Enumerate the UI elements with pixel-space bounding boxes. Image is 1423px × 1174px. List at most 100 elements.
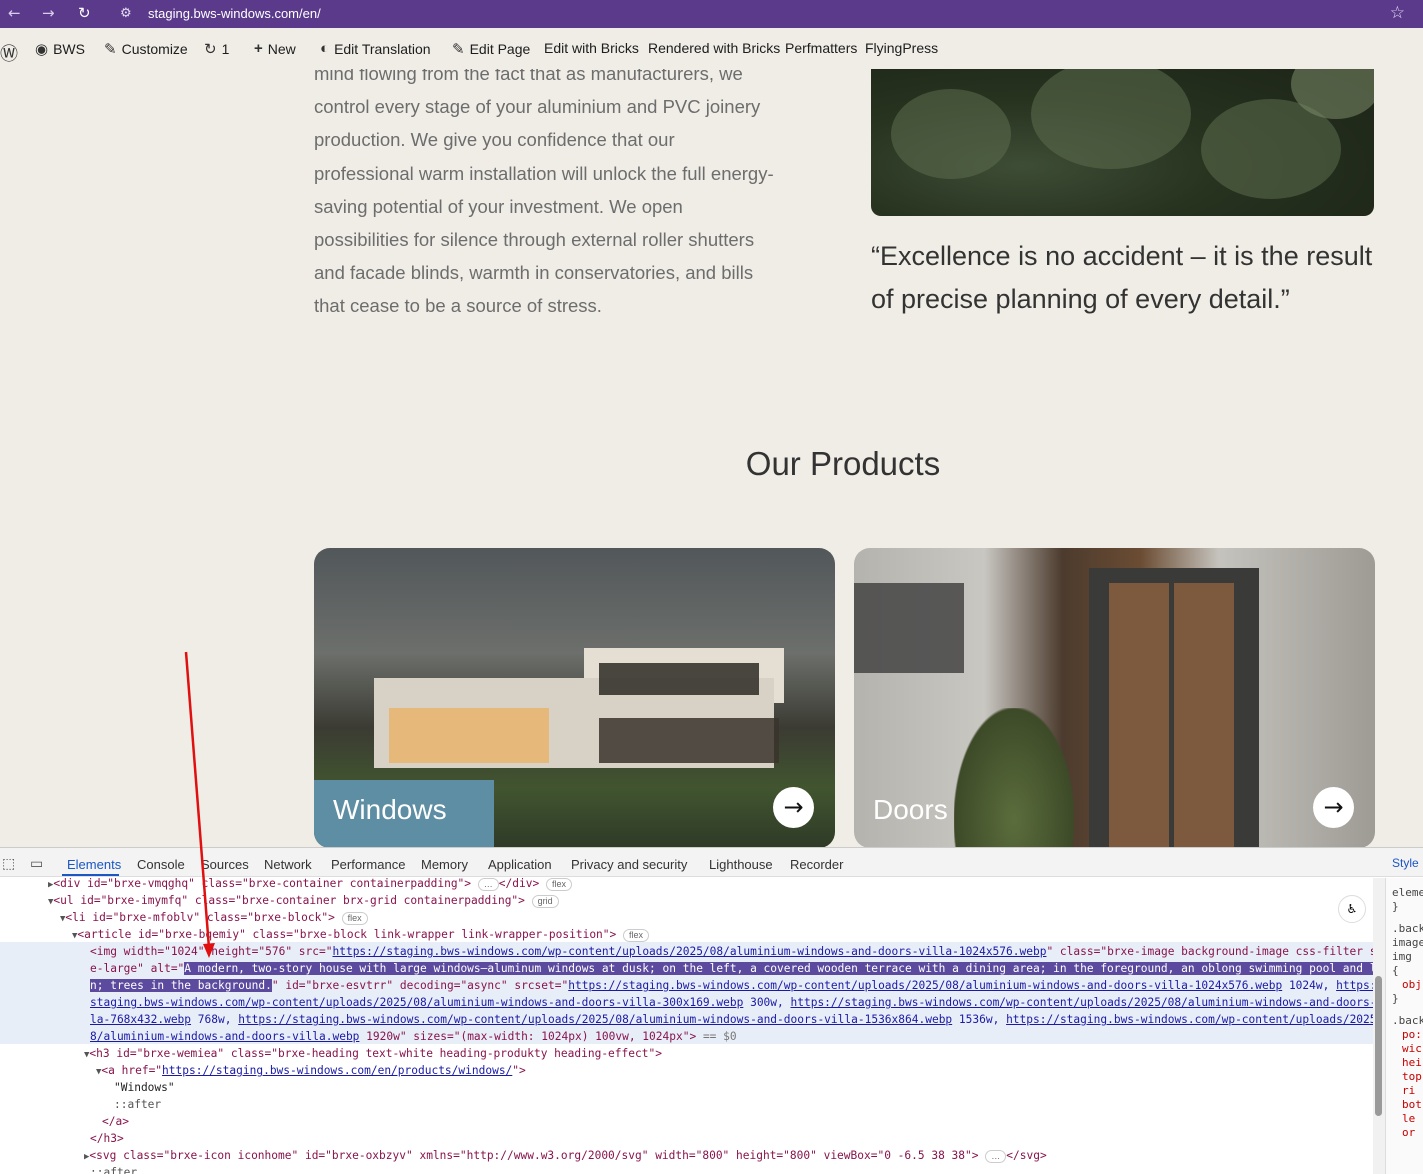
- tab-lighthouse[interactable]: Lighthouse: [709, 857, 773, 872]
- adminbar-customize[interactable]: ✎ Customize: [104, 40, 188, 58]
- product-card-doors[interactable]: Doors →: [854, 548, 1375, 847]
- dom-node[interactable]: ▼<article id="brxe-bqemiy" class="brxe-b…: [72, 927, 650, 945]
- intro-line: production. We give you confidence that …: [314, 129, 675, 151]
- styles-line: hei: [1402, 1056, 1422, 1069]
- dom-node[interactable]: ▼<li id="brxe-mfoblv" class="brxe-block"…: [60, 910, 368, 928]
- styles-pane: eleme } .back image img { obj } .back po…: [1385, 878, 1423, 1174]
- styles-line: .back: [1392, 922, 1423, 935]
- alt-text-highlight[interactable]: n; trees in the background.: [90, 979, 272, 992]
- intro-line: saving potential of your investment. We …: [314, 195, 683, 217]
- dom-node[interactable]: ▶<svg class="brxe-icon iconhome" id="brx…: [84, 1148, 1047, 1166]
- img-srcset-line[interactable]: la-768x432.webp 768w, https://staging.bw…: [90, 1012, 1373, 1029]
- devtools-tabbar: ⬚ ▭ Elements Console Sources Network Per…: [0, 848, 1423, 877]
- img-srcset-line[interactable]: staging.bws-windows.com/wp-content/uploa…: [90, 995, 1373, 1012]
- page-viewport: mind flowing from the fact that as manuf…: [0, 69, 1423, 847]
- active-tab-underline: [62, 874, 119, 876]
- wordpress-icon: Ⓦ: [0, 44, 18, 64]
- bookmark-star-icon[interactable]: ☆: [1390, 3, 1405, 23]
- site-info-icon[interactable]: ⚙: [120, 6, 132, 21]
- section-title: Our Products: [745, 445, 941, 482]
- adminbar-new-label: New: [267, 40, 296, 57]
- styles-line: le: [1402, 1112, 1416, 1125]
- img-srcset-line[interactable]: 8/aluminium-windows-and-doors-villa.webp…: [90, 1029, 737, 1046]
- pencil-icon: ✎: [452, 41, 465, 58]
- browser-toolbar: ← → ↻ ⚙ staging.bws-windows.com/en/ ☆: [0, 0, 1423, 28]
- img-alt-line[interactable]: e-large" alt="A modern, two-story house …: [90, 961, 1373, 978]
- dom-tree: ▶<div id="brxe-vmqghq" class="brxe-conta…: [0, 878, 1373, 1174]
- styles-line: top: [1402, 1070, 1422, 1083]
- translate-icon: ◐: [320, 40, 330, 57]
- reload-icon[interactable]: ↻: [78, 4, 91, 22]
- dom-node[interactable]: ▼<a href="https://staging.bws-windows.co…: [96, 1063, 526, 1081]
- styles-line: ri: [1402, 1084, 1416, 1097]
- img-alt-line[interactable]: n; trees in the background." id="brxe-es…: [90, 978, 1373, 995]
- selected-img-node[interactable]: <img width="1024" height="576" src="http…: [90, 944, 1373, 961]
- scrollbar-thumb[interactable]: [1375, 976, 1382, 1116]
- styles-line: po:: [1402, 1028, 1422, 1041]
- adminbar-site-label: BWS: [53, 41, 85, 57]
- back-icon[interactable]: ←: [8, 4, 21, 22]
- tab-elements[interactable]: Elements: [67, 857, 121, 872]
- adminbar-edit-with-bricks[interactable]: Edit with Bricks: [544, 40, 639, 56]
- styles-line: or: [1402, 1126, 1416, 1139]
- arrow-right-icon[interactable]: →: [773, 787, 814, 828]
- dom-node[interactable]: </a>: [102, 1114, 129, 1131]
- styles-line: }: [1392, 900, 1399, 913]
- tab-console[interactable]: Console: [137, 857, 185, 872]
- dom-node[interactable]: ▼<ul id="brxe-imymfq" class="brxe-contai…: [48, 893, 559, 911]
- adminbar-flyingpress[interactable]: FlyingPress: [865, 40, 938, 56]
- alt-text-highlight[interactable]: A modern, two-story house with large win…: [184, 962, 1373, 975]
- adminbar-flyingpress-label: FlyingPress: [865, 40, 939, 56]
- adminbar-edit-page[interactable]: ✎ Edit Page: [452, 40, 530, 58]
- product-card-windows[interactable]: Windows →: [314, 548, 835, 847]
- styles-line: bot: [1402, 1098, 1422, 1111]
- tab-privacy-security[interactable]: Privacy and security: [571, 857, 687, 872]
- product-card-label: Windows: [333, 794, 447, 825]
- intro-paragraph: mind flowing from the fact that as manuf…: [314, 69, 824, 323]
- accessibility-icon[interactable]: ♿: [1338, 895, 1366, 923]
- adminbar-perfmatters-label: Perfmatters: [785, 40, 858, 56]
- forward-icon[interactable]: →: [42, 4, 55, 22]
- dom-scrollbar[interactable]: [1373, 878, 1385, 1174]
- devtools-panel: ⬚ ▭ Elements Console Sources Network Per…: [0, 847, 1423, 1174]
- adminbar-rendered-with-bricks[interactable]: Rendered with Bricks: [648, 40, 780, 56]
- adminbar-site[interactable]: ◉ BWS: [35, 40, 85, 58]
- foliage-image: [871, 69, 1374, 216]
- dom-pseudo-node[interactable]: ::after: [90, 1165, 137, 1174]
- dom-node[interactable]: ▼<h3 id="brxe-wemiea" class="brxe-headin…: [84, 1046, 662, 1064]
- tab-network[interactable]: Network: [264, 857, 312, 872]
- dom-node[interactable]: </h3>: [90, 1131, 124, 1148]
- adminbar-edit-translation[interactable]: ◐ Edit Translation: [320, 40, 431, 57]
- tab-styles[interactable]: Style: [1392, 856, 1419, 870]
- dom-text-node[interactable]: "Windows": [114, 1080, 175, 1097]
- adminbar-updates[interactable]: ↻ 1: [204, 40, 229, 58]
- inspect-element-icon[interactable]: ⬚: [2, 855, 15, 872]
- dom-node[interactable]: ▶<div id="brxe-vmqghq" class="brxe-conta…: [48, 878, 572, 894]
- door-panel-right: [1174, 583, 1234, 847]
- device-toolbar-icon[interactable]: ▭: [30, 855, 43, 872]
- intro-line: mind flowing from the fact that as manuf…: [314, 69, 743, 84]
- dom-pseudo-node[interactable]: ::after: [114, 1097, 161, 1114]
- side-window: [854, 583, 964, 673]
- tab-memory[interactable]: Memory: [421, 857, 468, 872]
- tab-sources[interactable]: Sources: [201, 857, 249, 872]
- intro-line: possibilities for silence through extern…: [314, 229, 755, 251]
- adminbar-edit-page-label: Edit Page: [469, 41, 531, 57]
- updates-icon: ↻: [204, 41, 217, 58]
- dashboard-icon: ◉: [35, 41, 49, 58]
- address-bar[interactable]: staging.bws-windows.com/en/: [148, 6, 321, 21]
- tab-application[interactable]: Application: [488, 857, 552, 872]
- styles-line: .back: [1392, 1014, 1423, 1027]
- adminbar-edit-with-bricks-label: Edit with Bricks: [544, 40, 639, 56]
- arrow-right-icon[interactable]: →: [1313, 787, 1354, 828]
- adminbar-new[interactable]: + New: [254, 40, 296, 57]
- adminbar-customize-label: Customize: [121, 41, 188, 57]
- door-panel-left: [1109, 583, 1169, 847]
- tab-performance[interactable]: Performance: [331, 857, 405, 872]
- wordpress-logo[interactable]: Ⓦ: [0, 40, 18, 66]
- brush-icon: ✎: [104, 41, 117, 58]
- adminbar-perfmatters[interactable]: Perfmatters: [785, 40, 857, 56]
- adminbar-updates-count: 1: [221, 41, 230, 57]
- quote-text: “Excellence is no accident – it is the r…: [871, 241, 1373, 314]
- tab-recorder[interactable]: Recorder: [790, 857, 843, 872]
